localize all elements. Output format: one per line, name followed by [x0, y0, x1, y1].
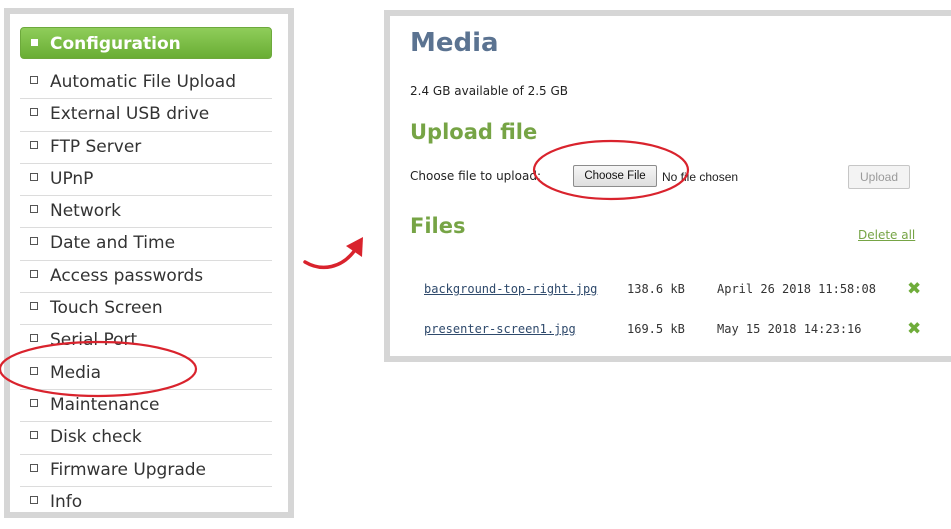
file-name-link[interactable]: presenter-screen1.jpg [424, 322, 576, 336]
square-bullet-icon [30, 431, 38, 440]
sidebar-item-label: Firmware Upgrade [50, 459, 206, 480]
file-size: 169.5 kB [627, 322, 685, 336]
media-panel: Media 2.4 GB available of 2.5 GB Upload … [384, 10, 951, 362]
delete-all-link[interactable]: Delete all [858, 228, 915, 242]
file-size: 138.6 kB [627, 282, 685, 296]
square-bullet-icon [30, 269, 38, 278]
sidebar-item-serial-port[interactable]: Serial Port [20, 325, 272, 358]
square-bullet-icon [30, 334, 38, 343]
sidebar-item-automatic-file-upload[interactable]: Automatic File Upload [20, 67, 272, 100]
sidebar-item-label: Touch Screen [50, 298, 163, 319]
file-date: April 26 2018 11:58:08 [717, 282, 876, 296]
square-bullet-icon [30, 495, 38, 504]
file-row: presenter-screen1.jpg 169.5 kB May 15 20… [390, 319, 950, 342]
sidebar-item-label: FTP Server [50, 136, 142, 157]
choose-file-button[interactable]: Choose File [573, 165, 657, 187]
sidebar-item-label: Serial Port [50, 330, 138, 351]
sidebar-item-touch-screen[interactable]: Touch Screen [20, 293, 272, 326]
square-bullet-icon [30, 463, 38, 472]
sidebar-item-label: Disk check [50, 427, 142, 448]
sidebar-item-media[interactable]: Media [20, 358, 272, 390]
sidebar-item-label: UPnP [50, 168, 94, 189]
sidebar-item-label: Maintenance [50, 394, 160, 415]
file-row: background-top-right.jpg 138.6 kB April … [390, 279, 950, 302]
sidebar-item-label: Access passwords [50, 265, 204, 286]
sidebar-item-label: Media [50, 362, 102, 383]
sidebar-item-label: Date and Time [50, 233, 176, 254]
sidebar-item-access-passwords[interactable]: Access passwords [20, 261, 272, 294]
sidebar-item-network[interactable]: Network [20, 196, 272, 229]
square-bullet-icon [30, 140, 38, 149]
upload-section-title: Upload file [410, 120, 538, 144]
arrow-head-icon [346, 237, 363, 257]
sidebar-item-upnp[interactable]: UPnP [20, 164, 272, 197]
file-name-link[interactable]: background-top-right.jpg [424, 282, 597, 296]
no-file-chosen-text: No file chosen [662, 170, 739, 184]
arrow-icon [303, 248, 357, 270]
sidebar-item-label: Info [50, 491, 83, 512]
sidebar-item-label: Automatic File Upload [50, 72, 237, 92]
page-title: Media [410, 28, 499, 58]
square-bullet-icon [30, 205, 38, 214]
square-bullet-icon [30, 237, 38, 246]
sidebar-item-maintenance[interactable]: Maintenance [20, 390, 272, 423]
sidebar-item-external-usb-drive[interactable]: External USB drive [20, 99, 272, 132]
square-bullet-icon [30, 366, 38, 375]
sidebar-item-label: Network [50, 201, 121, 222]
square-bullet-icon [31, 38, 38, 46]
configuration-header[interactable]: Configuration [20, 27, 272, 59]
sidebar-item-label: External USB drive [50, 104, 210, 125]
x-icon[interactable]: ✖ [907, 319, 921, 339]
sidebar-item-date-and-time[interactable]: Date and Time [20, 228, 272, 261]
sidebar-item-info[interactable]: Info [20, 487, 272, 519]
square-bullet-icon [30, 172, 38, 181]
files-section-title: Files [410, 214, 466, 238]
sidebar-item-ftp-server[interactable]: FTP Server [20, 132, 272, 164]
configuration-menu: Automatic File Upload External USB drive… [20, 67, 272, 519]
sidebar-item-firmware-upgrade[interactable]: Firmware Upgrade [20, 455, 272, 487]
configuration-header-label: Configuration [50, 34, 181, 54]
storage-info: 2.4 GB available of 2.5 GB [410, 84, 569, 98]
configuration-sidebar: Configuration Automatic File Upload Exte… [4, 8, 294, 518]
square-bullet-icon [30, 302, 38, 311]
square-bullet-icon [30, 108, 38, 117]
square-bullet-icon [30, 76, 38, 84]
file-date: May 15 2018 14:23:16 [717, 322, 862, 336]
upload-button[interactable]: Upload [848, 165, 910, 189]
sidebar-item-disk-check[interactable]: Disk check [20, 422, 272, 455]
choose-file-label: Choose file to upload: [410, 169, 541, 183]
square-bullet-icon [30, 398, 38, 407]
x-icon[interactable]: ✖ [907, 279, 921, 299]
